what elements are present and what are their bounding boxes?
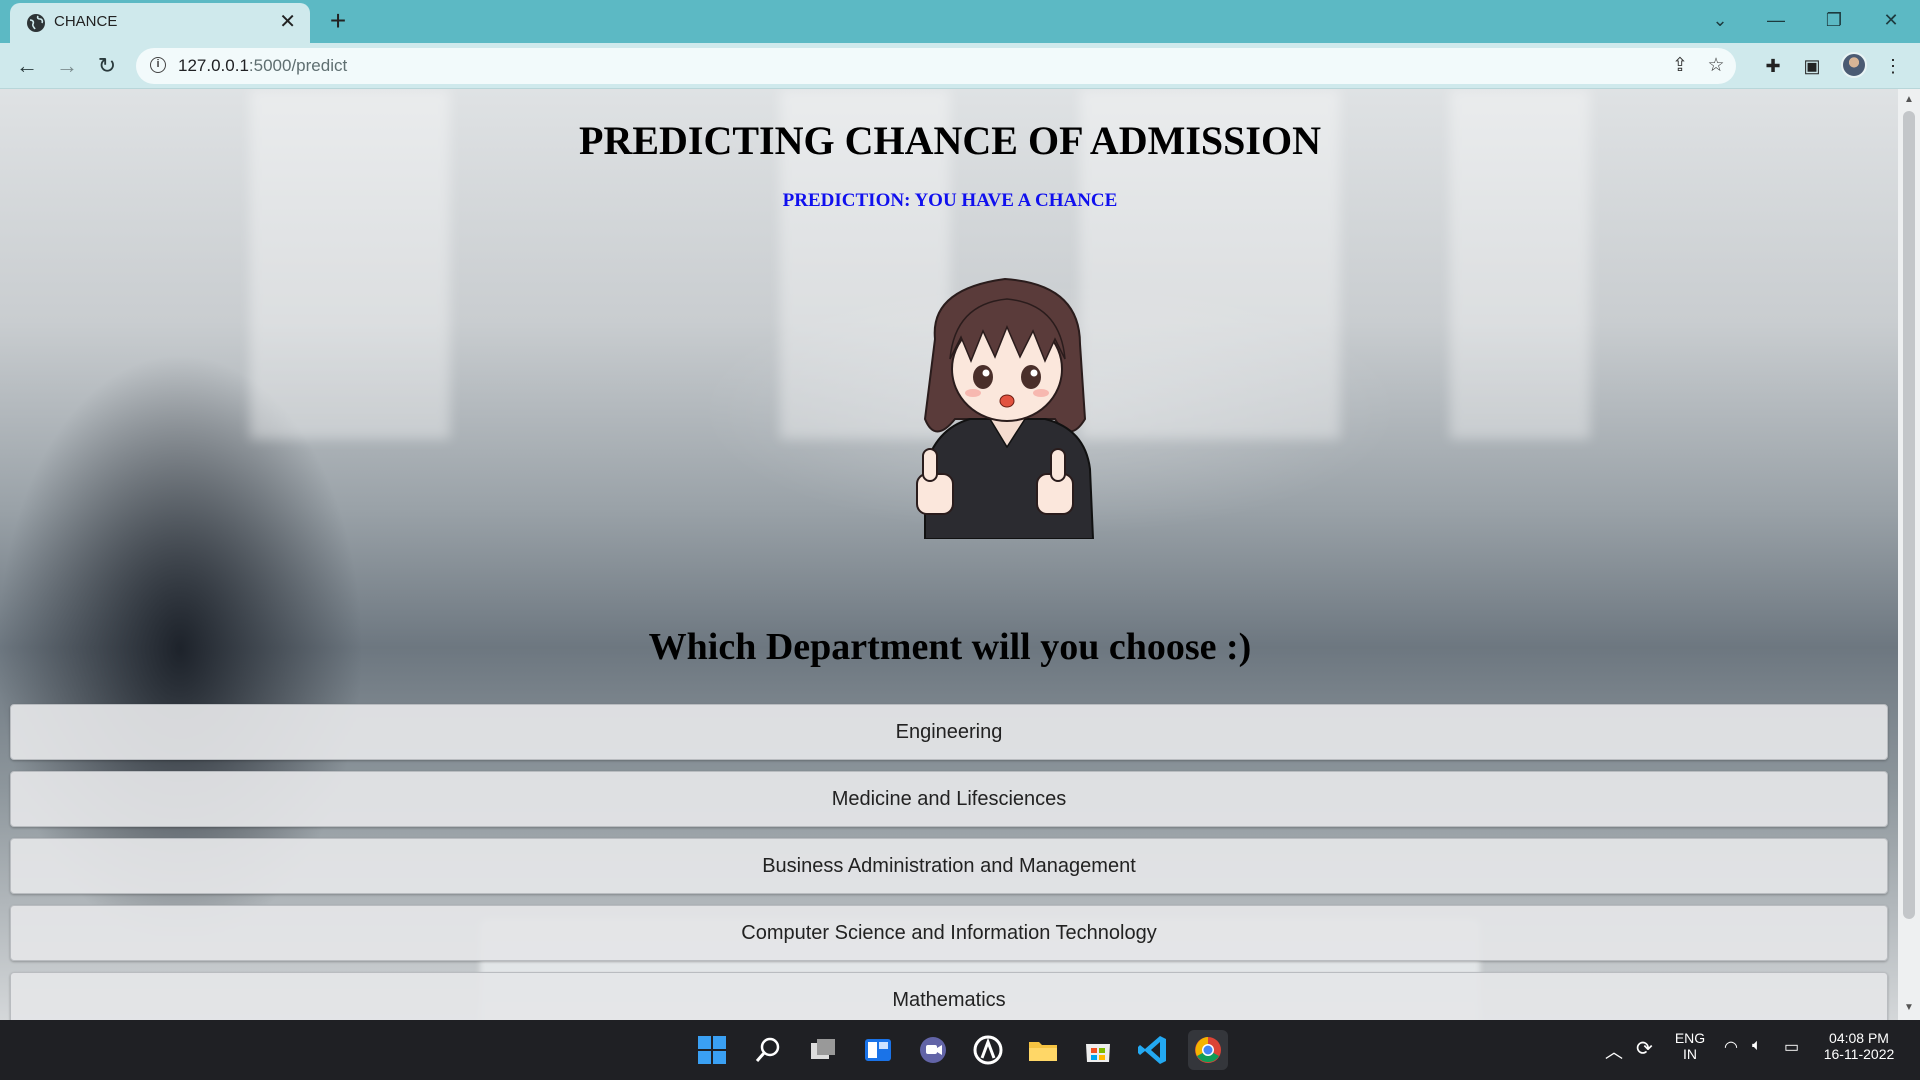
department-question-heading: Which Department will you choose :) bbox=[648, 626, 1252, 668]
close-window-button[interactable]: ✕ bbox=[1868, 4, 1914, 36]
extensions-puzzle-icon[interactable]: ✚ bbox=[1758, 51, 1788, 81]
app-circle-icon[interactable] bbox=[968, 1030, 1008, 1070]
microsoft-store-icon[interactable] bbox=[1078, 1030, 1118, 1070]
clock-date: 16-11-2022 bbox=[1823, 1046, 1895, 1062]
tab-title: CHANCE bbox=[54, 13, 118, 30]
side-panel-icon[interactable]: ▣ bbox=[1797, 51, 1827, 81]
vscode-icon[interactable] bbox=[1133, 1030, 1173, 1070]
sync-icon[interactable]: ⟳ bbox=[1636, 1036, 1653, 1061]
page-viewport: PREDICTING CHANCE OF ADMISSION PREDICTIO… bbox=[0, 89, 1920, 1020]
prediction-result: PREDICTION: YOU HAVE A CHANCE bbox=[782, 190, 1118, 211]
chrome-icon[interactable] bbox=[1188, 1030, 1228, 1070]
page-scrollbar[interactable]: ▲ ▼ bbox=[1898, 89, 1920, 1020]
new-tab-button[interactable]: + bbox=[322, 5, 354, 37]
minimize-button[interactable]: — bbox=[1753, 4, 1799, 36]
department-button-mathematics[interactable]: Mathematics bbox=[10, 972, 1888, 1020]
close-tab-icon[interactable]: ✕ bbox=[279, 10, 296, 34]
profile-avatar[interactable] bbox=[1841, 52, 1867, 78]
scroll-up-arrow-icon[interactable]: ▲ bbox=[1902, 93, 1916, 107]
browser-tabstrip: CHANCE ✕ + ⌄ — ❐ ✕ bbox=[0, 0, 1920, 43]
scrollbar-thumb[interactable] bbox=[1903, 111, 1915, 919]
teams-chat-icon[interactable] bbox=[913, 1030, 953, 1070]
forward-button[interactable]: → bbox=[51, 50, 83, 82]
url-text[interactable]: 127.0.0.1:5000/predict bbox=[178, 56, 347, 76]
address-bar[interactable]: i 127.0.0.1:5000/predict ⇪ ☆ bbox=[136, 48, 1736, 84]
tray-overflow-chevron-icon[interactable]: ︿ bbox=[1605, 1038, 1623, 1064]
globe-icon bbox=[27, 14, 45, 32]
browser-toolbar: ← → ↻ i 127.0.0.1:5000/predict ⇪ ☆ ✚ ▣ ⋮ bbox=[0, 43, 1920, 89]
language-indicator[interactable]: ENG IN bbox=[1672, 1030, 1708, 1062]
reload-button[interactable]: ↻ bbox=[91, 50, 123, 82]
department-button-engineering[interactable]: Engineering bbox=[10, 704, 1888, 760]
wifi-icon[interactable]: ◠ bbox=[1724, 1037, 1738, 1057]
search-icon[interactable] bbox=[748, 1030, 788, 1070]
file-explorer-icon[interactable] bbox=[1023, 1030, 1063, 1070]
clock-time: 04:08 PM bbox=[1829, 1030, 1889, 1046]
os-taskbar: ︿ ⟳ ENG IN ◠ 🔈︎ ▭ 04:08 PM 16-11-2022 bbox=[0, 1020, 1920, 1080]
department-button-computer-science[interactable]: Computer Science and Information Technol… bbox=[10, 905, 1888, 961]
region-code: IN bbox=[1683, 1046, 1697, 1062]
battery-icon[interactable]: ▭ bbox=[1784, 1037, 1799, 1057]
department-button-business[interactable]: Business Administration and Management bbox=[10, 838, 1888, 894]
department-list: Engineering Medicine and Lifesciences Bu… bbox=[10, 704, 1888, 1020]
task-view-icon[interactable] bbox=[803, 1030, 843, 1070]
language-code: ENG bbox=[1674, 1030, 1706, 1046]
windows-start-icon[interactable] bbox=[692, 1030, 732, 1070]
thumbs-up-mascot-image bbox=[916, 277, 1095, 539]
scroll-down-arrow-icon[interactable]: ▼ bbox=[1902, 1001, 1916, 1015]
tab-search-chevron-icon[interactable]: ⌄ bbox=[1697, 4, 1743, 36]
bookmark-star-icon[interactable]: ☆ bbox=[1702, 52, 1730, 80]
clock[interactable]: 04:08 PM 16-11-2022 bbox=[1820, 1030, 1898, 1062]
volume-icon[interactable]: 🔈︎ bbox=[1752, 1037, 1762, 1055]
back-button[interactable]: ← bbox=[11, 50, 43, 82]
widgets-icon[interactable] bbox=[858, 1030, 898, 1070]
department-button-medicine[interactable]: Medicine and Lifesciences bbox=[10, 771, 1888, 827]
browser-tab[interactable]: CHANCE ✕ bbox=[10, 3, 310, 43]
share-icon[interactable]: ⇪ bbox=[1666, 52, 1694, 80]
page-title: PREDICTING CHANCE OF ADMISSION bbox=[579, 118, 1321, 163]
menu-kebab-icon[interactable]: ⋮ bbox=[1878, 51, 1908, 81]
restore-button[interactable]: ❐ bbox=[1811, 4, 1857, 36]
site-info-icon[interactable]: i bbox=[150, 57, 166, 73]
